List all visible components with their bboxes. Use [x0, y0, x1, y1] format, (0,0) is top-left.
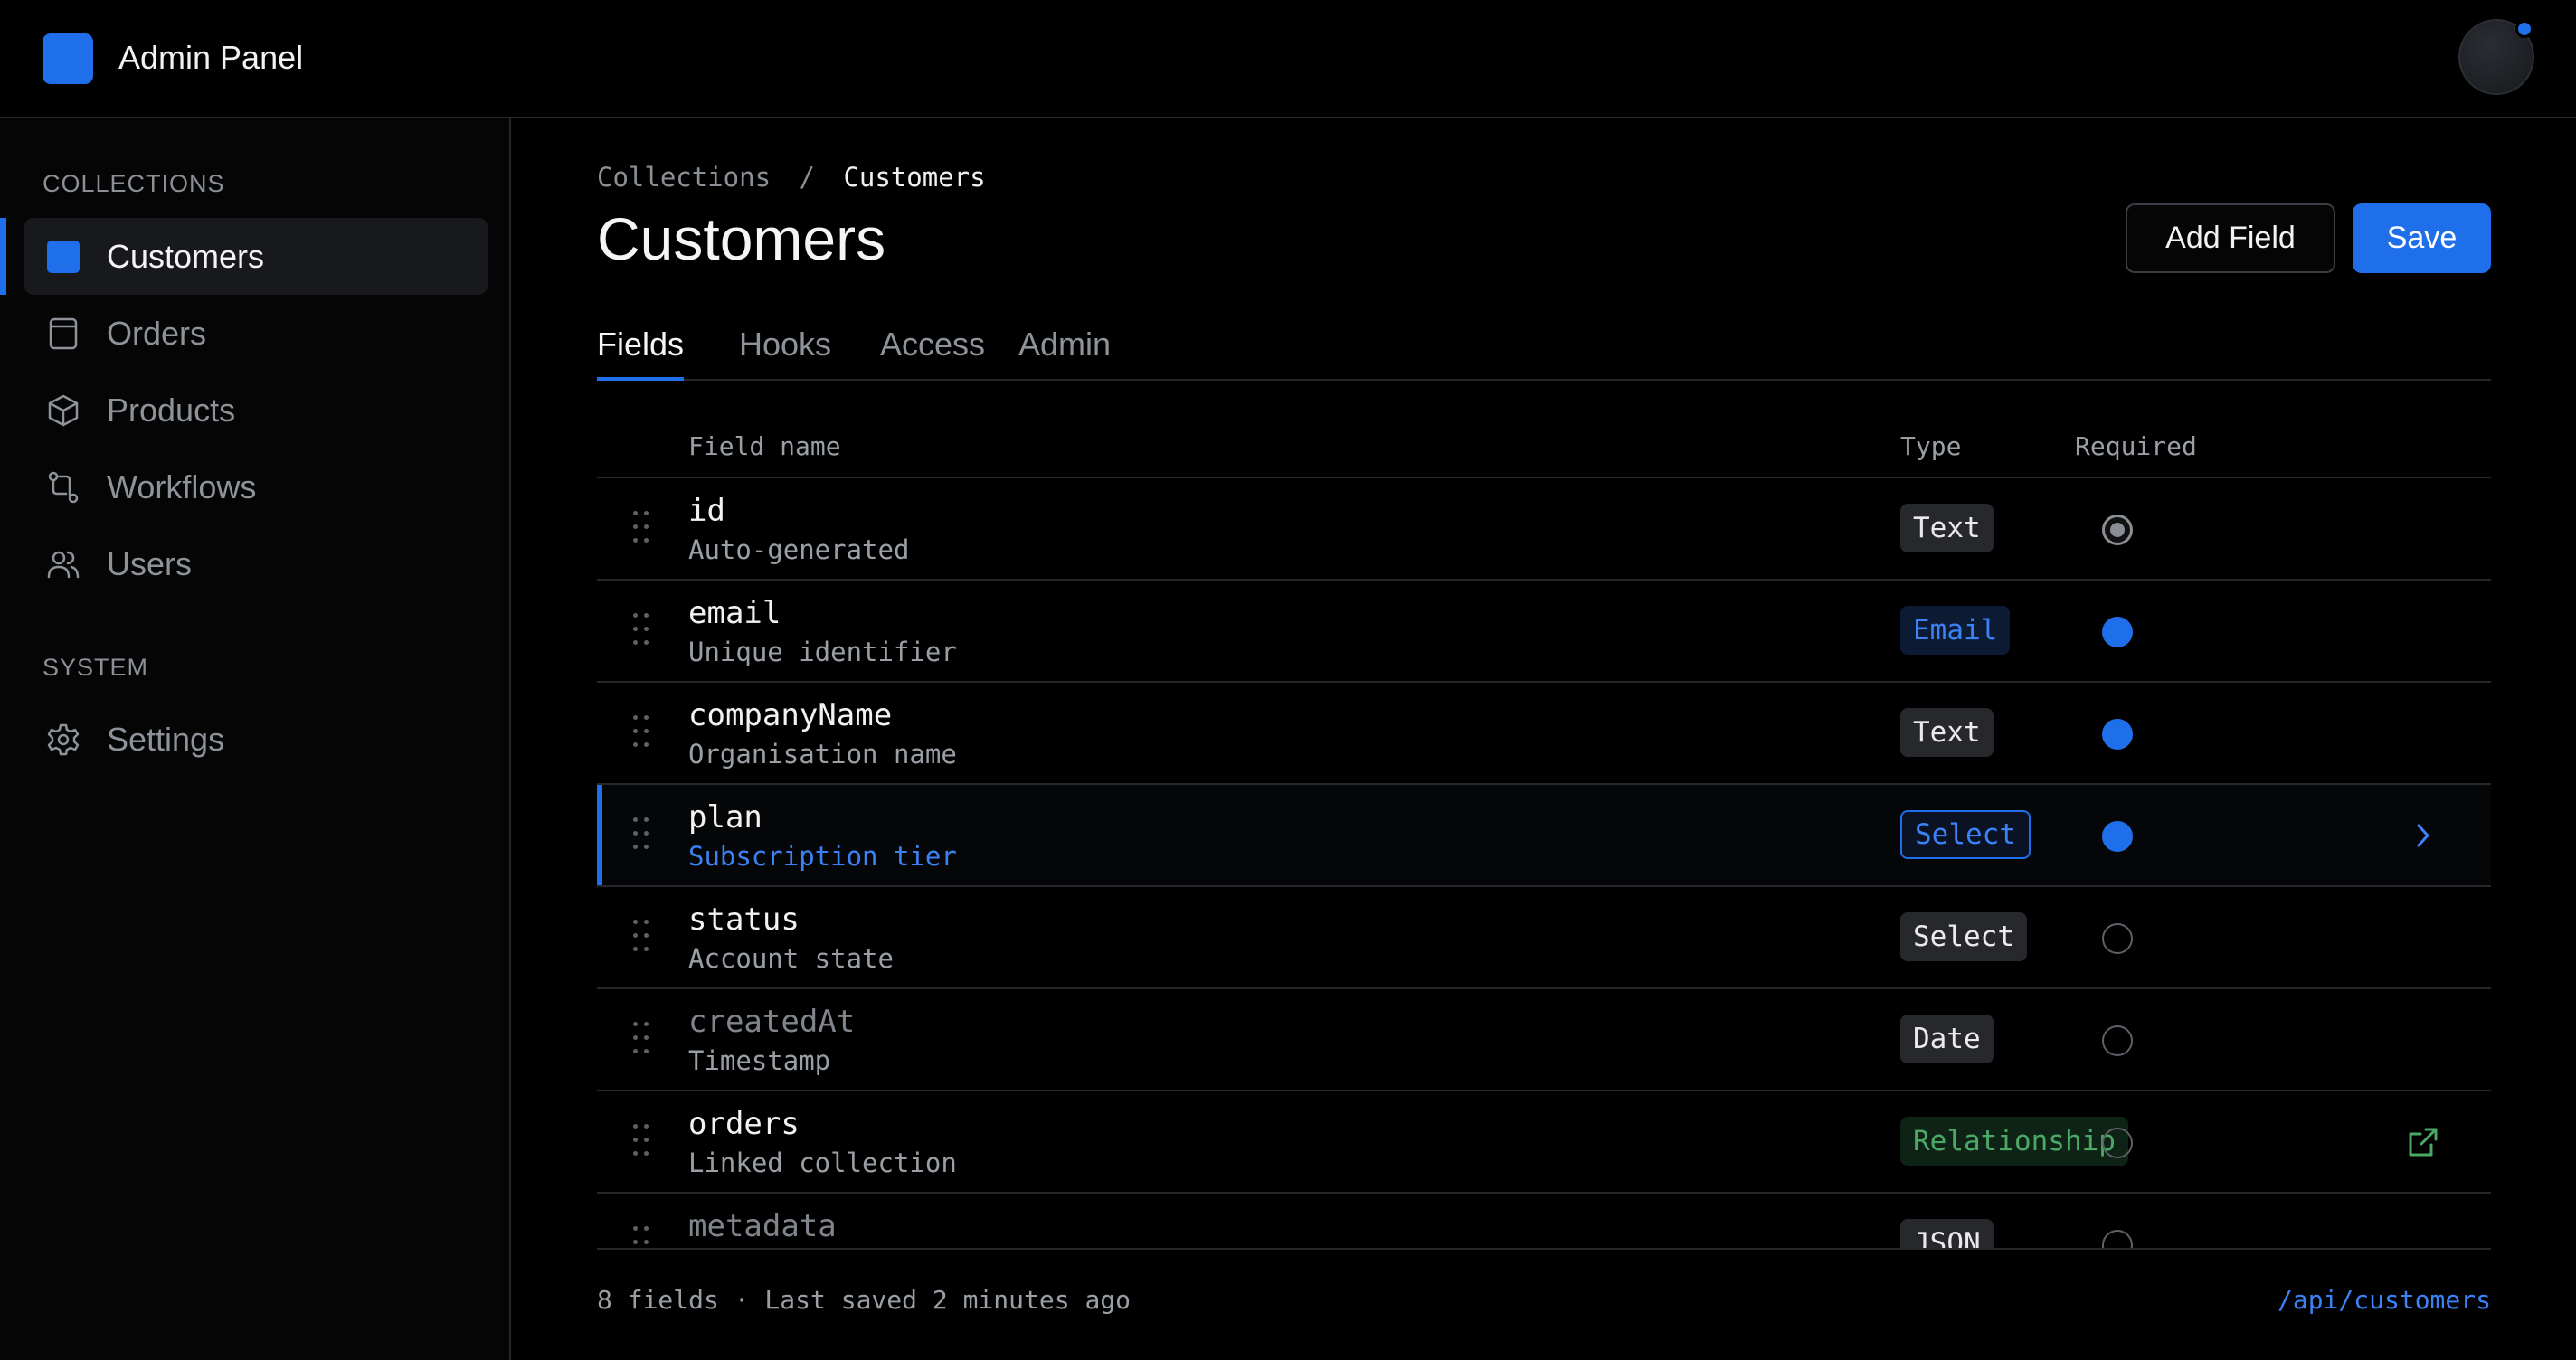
field-description: Unique identifier — [688, 637, 957, 667]
type-badge: Text — [1900, 708, 1994, 757]
square-filled-icon — [46, 240, 80, 274]
field-name: id — [688, 493, 725, 529]
field-description: Subscription tier — [688, 841, 957, 872]
field-name: orders — [688, 1106, 800, 1142]
required-radio-locked — [2102, 515, 2133, 545]
collections-section-label: COLLECTIONS — [43, 170, 225, 197]
table-row[interactable]: orders Linked collection Relationship — [597, 1091, 2491, 1194]
table-row[interactable]: metadata JSON — [597, 1194, 2491, 1248]
type-badge: Select — [1900, 912, 2027, 961]
add-field-button[interactable]: Add Field — [2126, 203, 2335, 273]
breadcrumb: Collections / Customers — [597, 162, 986, 193]
workflow-icon — [46, 470, 80, 505]
drag-handle-icon[interactable] — [633, 1226, 651, 1248]
users-icon — [46, 547, 80, 581]
sidebar-item-label: Customers — [107, 238, 265, 275]
app-title: Admin Panel — [118, 39, 304, 76]
breadcrumb-parent-link[interactable]: Collections — [597, 162, 771, 193]
document-icon — [46, 316, 80, 351]
field-description: Auto-generated — [688, 534, 910, 565]
breadcrumb-separator: / — [799, 162, 815, 193]
table-row[interactable]: companyName Organisation name Text — [597, 683, 2491, 785]
field-description: Linked collection — [688, 1148, 957, 1178]
sidebar-item-label: Settings — [107, 721, 225, 758]
drag-handle-icon[interactable] — [633, 920, 651, 954]
drag-handle-icon[interactable] — [633, 613, 651, 647]
drag-handle-icon[interactable] — [633, 511, 651, 545]
selected-row-indicator — [597, 785, 602, 885]
table-row[interactable]: id Auto-generated Text — [597, 478, 2491, 581]
cube-icon — [46, 393, 80, 428]
top-bar: Admin Panel — [0, 0, 2576, 118]
required-radio[interactable] — [2102, 617, 2133, 647]
table-row[interactable]: email Unique identifier Email — [597, 581, 2491, 683]
table-row[interactable]: status Account state Select — [597, 887, 2491, 989]
sidebar-item-products[interactable]: Products — [24, 372, 488, 449]
type-badge: Text — [1900, 504, 1994, 552]
required-radio[interactable] — [2102, 923, 2133, 954]
type-badge: Select — [1900, 810, 2031, 859]
field-name: metadata — [688, 1208, 837, 1244]
active-nav-indicator — [0, 218, 6, 295]
external-link-icon[interactable] — [2403, 1122, 2443, 1162]
api-endpoint-link[interactable]: /api/customers — [2278, 1285, 2491, 1315]
system-section-label: SYSTEM — [43, 654, 149, 681]
table-row-selected[interactable]: plan Subscription tier Select — [597, 785, 2491, 887]
tab-bar: Fields Hooks Access Admin — [597, 317, 2491, 381]
type-badge: Email — [1900, 606, 2011, 655]
field-description: Timestamp — [688, 1045, 831, 1076]
notification-dot — [2515, 20, 2533, 38]
sidebar: COLLECTIONS Customers Orders Products Wo… — [0, 118, 511, 1360]
type-badge: Relationship — [1900, 1117, 2128, 1166]
type-badge: Date — [1900, 1015, 1994, 1063]
tab-hooks[interactable]: Hooks — [739, 317, 831, 379]
table-row[interactable]: createdAt Timestamp Date — [597, 989, 2491, 1091]
tab-fields[interactable]: Fields — [597, 317, 685, 381]
field-name: createdAt — [688, 1004, 856, 1040]
field-name: companyName — [688, 697, 893, 733]
sidebar-item-workflows[interactable]: Workflows — [24, 449, 488, 525]
column-header-type: Type — [1900, 431, 1962, 461]
table-header: Field name Type Required — [597, 417, 2491, 478]
required-radio[interactable] — [2102, 1230, 2133, 1248]
sidebar-item-users[interactable]: Users — [24, 525, 488, 602]
required-radio[interactable] — [2102, 1128, 2133, 1158]
app-logo[interactable] — [43, 33, 93, 84]
field-description: Organisation name — [688, 739, 957, 770]
drag-handle-icon[interactable] — [633, 1124, 651, 1158]
drag-handle-icon[interactable] — [633, 1022, 651, 1056]
chevron-right-icon[interactable] — [2403, 816, 2443, 855]
sidebar-item-customers[interactable]: Customers — [24, 218, 488, 295]
gear-icon — [46, 722, 80, 757]
fields-table: Field name Type Required id Auto-generat… — [597, 417, 2491, 1250]
type-badge: JSON — [1900, 1219, 1994, 1248]
sidebar-item-label: Workflows — [107, 468, 257, 505]
footer-summary: 8 fields · Last saved 2 minutes ago — [597, 1285, 1132, 1315]
field-description: Account state — [688, 943, 894, 974]
tab-admin[interactable]: Admin — [1018, 317, 1111, 379]
tab-access[interactable]: Access — [880, 317, 985, 379]
main-content: Collections / Customers Customers Add Fi… — [513, 118, 2576, 1360]
field-name: status — [688, 902, 800, 938]
required-radio[interactable] — [2102, 1025, 2133, 1056]
sidebar-item-label: Users — [107, 545, 193, 582]
required-radio[interactable] — [2102, 719, 2133, 750]
drag-handle-icon[interactable] — [633, 715, 651, 750]
table-body[interactable]: id Auto-generated Text email Unique iden… — [597, 478, 2491, 1250]
field-name: plan — [688, 799, 762, 836]
column-header-required: Required — [2075, 431, 2197, 461]
sidebar-item-settings[interactable]: Settings — [24, 701, 488, 778]
column-header-field-name: Field name — [688, 431, 841, 461]
required-radio[interactable] — [2102, 821, 2133, 852]
sidebar-item-label: Orders — [107, 315, 207, 352]
sidebar-item-label: Products — [107, 392, 236, 429]
field-name: email — [688, 595, 781, 631]
sidebar-item-orders[interactable]: Orders — [24, 295, 488, 372]
save-button[interactable]: Save — [2353, 203, 2491, 273]
page-title: Customers — [597, 205, 886, 272]
drag-handle-icon[interactable] — [633, 817, 651, 852]
breadcrumb-current: Customers — [843, 162, 986, 193]
